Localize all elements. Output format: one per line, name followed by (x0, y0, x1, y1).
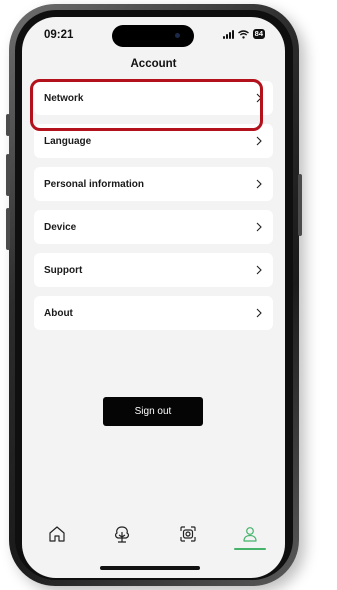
tab-account[interactable] (230, 516, 270, 552)
menu-item-label: Network (44, 92, 84, 104)
camera-dot (175, 33, 180, 38)
active-tab-indicator (234, 548, 266, 550)
menu-item-label: Device (44, 221, 77, 233)
chevron-right-icon (256, 136, 262, 146)
tree-icon (115, 526, 129, 543)
menu-item-label: Language (44, 135, 92, 147)
menu-item-label: About (44, 307, 73, 319)
menu-item-support[interactable]: Support (34, 253, 273, 287)
status-icons: 84 (222, 29, 265, 39)
tab-scan[interactable] (168, 516, 208, 552)
chevron-right-icon (256, 308, 262, 318)
home-indicator (100, 566, 200, 570)
menu-item-language[interactable]: Language (34, 124, 273, 158)
volume-up-button (6, 154, 10, 196)
menu-item-label: Personal information (44, 178, 145, 190)
wifi-icon (237, 29, 249, 39)
signal-icon (222, 29, 234, 39)
chevron-right-icon (256, 222, 262, 232)
chevron-right-icon (256, 265, 262, 275)
tab-tree[interactable] (102, 516, 142, 552)
menu-item-network[interactable]: Network (34, 81, 273, 115)
sign-out-button[interactable]: Sign out (103, 397, 203, 426)
chevron-right-icon (256, 179, 262, 189)
status-time: 09:21 (44, 29, 74, 41)
status-bar: 09:21 84 (22, 17, 285, 47)
account-menu: Network Language Personal information De… (34, 81, 273, 339)
menu-item-about[interactable]: About (34, 296, 273, 330)
page-title: Account (130, 58, 177, 70)
battery-icon: 84 (252, 29, 265, 39)
dynamic-island (112, 25, 194, 47)
app-screen: 09:21 84 Account Network Language Person… (22, 17, 285, 578)
mute-switch (6, 114, 10, 136)
menu-item-personal-information[interactable]: Personal information (34, 167, 273, 201)
bottom-tab-bar (22, 516, 285, 552)
camera-icon (180, 526, 196, 542)
volume-down-button (6, 208, 10, 250)
menu-item-label: Support (44, 264, 83, 276)
chevron-right-icon (256, 93, 262, 103)
tab-home[interactable] (37, 516, 77, 552)
user-icon (243, 527, 257, 542)
home-icon (49, 526, 65, 542)
menu-item-device[interactable]: Device (34, 210, 273, 244)
power-button (298, 174, 302, 236)
